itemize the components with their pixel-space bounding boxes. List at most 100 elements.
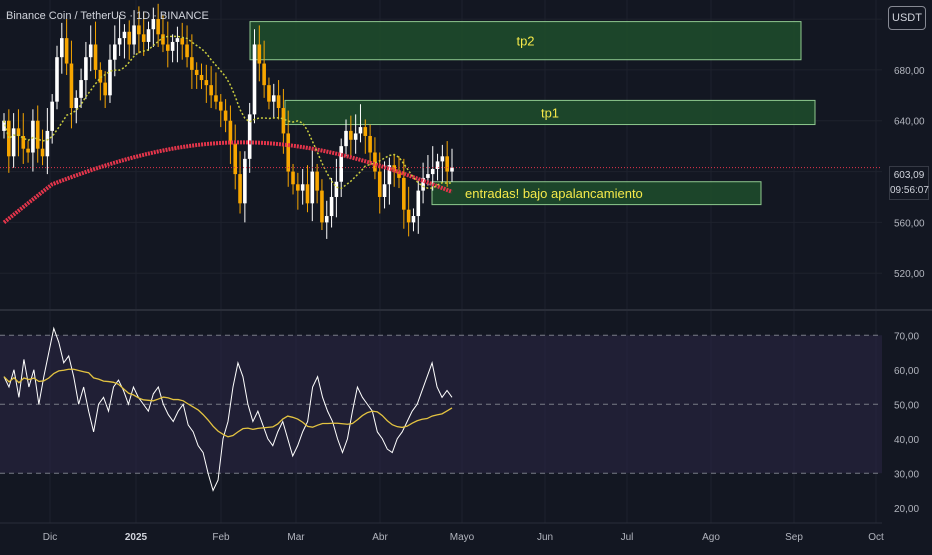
candle-body: [79, 80, 83, 98]
chart-area[interactable]: tp2tp1entradas! bajo apalancamiento720,0…: [0, 0, 932, 550]
candle-body: [64, 38, 69, 64]
candle-body: [416, 190, 421, 217]
last-price-badge: 603,09 09:56:07: [889, 166, 929, 200]
candle-body: [276, 95, 281, 109]
candle-body: [430, 169, 435, 175]
exchange-label: BINANCE: [159, 10, 209, 22]
candle-body: [363, 127, 368, 136]
candle-body: [165, 44, 170, 51]
candle-body: [300, 184, 305, 191]
candle-body: [194, 69, 199, 75]
candle-body: [74, 97, 79, 109]
candle-body: [228, 120, 233, 144]
candle-body: [310, 171, 315, 204]
time-axis-label: Oct: [868, 532, 884, 543]
candle-body: [180, 38, 185, 45]
candle-body: [117, 38, 122, 45]
candle-body: [7, 120, 11, 157]
currency-button[interactable]: USDT: [888, 6, 926, 30]
candle-body: [450, 167, 454, 172]
time-axis-label: Dic: [43, 532, 57, 543]
candle-body: [344, 130, 348, 147]
candle-body: [339, 146, 344, 182]
candle-body: [69, 63, 74, 109]
candle-body: [426, 174, 430, 178]
time-axis-label: Abr: [372, 532, 388, 543]
title-separator: ·: [129, 10, 133, 22]
candle-body: [88, 44, 93, 58]
candle-body: [45, 130, 50, 157]
countdown-timer: 09:56:07: [890, 185, 929, 196]
time-axis-label: Feb: [212, 532, 230, 543]
candle-body: [204, 80, 209, 86]
candle-body: [291, 171, 295, 185]
candle-body: [161, 34, 165, 45]
candle-body: [238, 174, 242, 204]
candle-body: [31, 120, 35, 153]
time-axis-label: Jul: [621, 532, 634, 543]
candle-body: [349, 130, 353, 140]
candle-body: [84, 57, 88, 81]
candle-body: [252, 44, 257, 115]
candle-body: [315, 171, 319, 191]
candle-body: [185, 44, 189, 58]
candle-body: [353, 133, 358, 140]
candle-body: [368, 135, 372, 153]
rsi-axis-label: 60,00: [894, 366, 919, 377]
price-axis-label: 680,00: [894, 66, 925, 77]
candle-body: [93, 44, 98, 70]
candle-body: [218, 101, 223, 111]
candle-body: [26, 148, 30, 153]
candle-body: [281, 108, 286, 134]
time-axis-label: Sep: [785, 532, 803, 543]
time-axis-label: Mayo: [450, 532, 475, 543]
candle-body: [11, 128, 16, 157]
candle-body: [199, 74, 204, 81]
candle-body: [445, 156, 449, 172]
candle-body: [190, 57, 194, 70]
candle-body: [55, 57, 59, 102]
candle-body: [329, 196, 334, 217]
symbol-name: Binance Coin / TetherUS: [6, 10, 127, 22]
candle-body: [334, 181, 339, 197]
candle-body: [382, 184, 387, 197]
candle-body: [271, 95, 276, 102]
title-separator: ·: [153, 10, 157, 22]
candle-body: [286, 133, 291, 172]
last-price-value: 603,09: [893, 170, 925, 181]
candle-body: [127, 31, 132, 45]
candle-body: [209, 85, 213, 96]
candle-body: [137, 25, 141, 35]
candle-body: [305, 184, 310, 204]
price-axis-label: 640,00: [894, 117, 925, 128]
candle-body: [320, 190, 324, 223]
candle-body: [132, 25, 136, 45]
rsi-axis-label: 50,00: [894, 400, 919, 411]
candle-body: [141, 34, 146, 42]
candle-body: [40, 148, 45, 157]
rsi-axis-label: 20,00: [894, 504, 919, 515]
candle-body: [122, 31, 127, 39]
candle-body: [175, 38, 180, 42]
candle-body: [257, 44, 262, 64]
candle-body: [377, 171, 382, 197]
rsi-axis-label: 70,00: [894, 331, 919, 342]
candle-body: [146, 29, 151, 42]
candle-body: [243, 158, 247, 204]
time-axis-label: Jun: [537, 532, 553, 543]
candle-body: [233, 143, 238, 175]
candle-body: [267, 85, 271, 102]
rsi-axis-label: 30,00: [894, 469, 919, 480]
candle-body: [223, 110, 228, 121]
candle-body: [406, 209, 411, 223]
zone-label: tp1: [541, 105, 559, 120]
candle-body: [358, 127, 363, 134]
price-axis-label: 520,00: [894, 269, 925, 280]
time-axis-label: Mar: [287, 532, 305, 543]
interval-label: 1D: [136, 10, 151, 22]
rsi-axis-label: 40,00: [894, 435, 919, 446]
candle-body: [402, 177, 406, 210]
price-chart-svg[interactable]: tp2tp1entradas! bajo apalancamiento720,0…: [0, 0, 932, 550]
candle-body: [214, 95, 218, 102]
candle-body: [440, 156, 445, 162]
